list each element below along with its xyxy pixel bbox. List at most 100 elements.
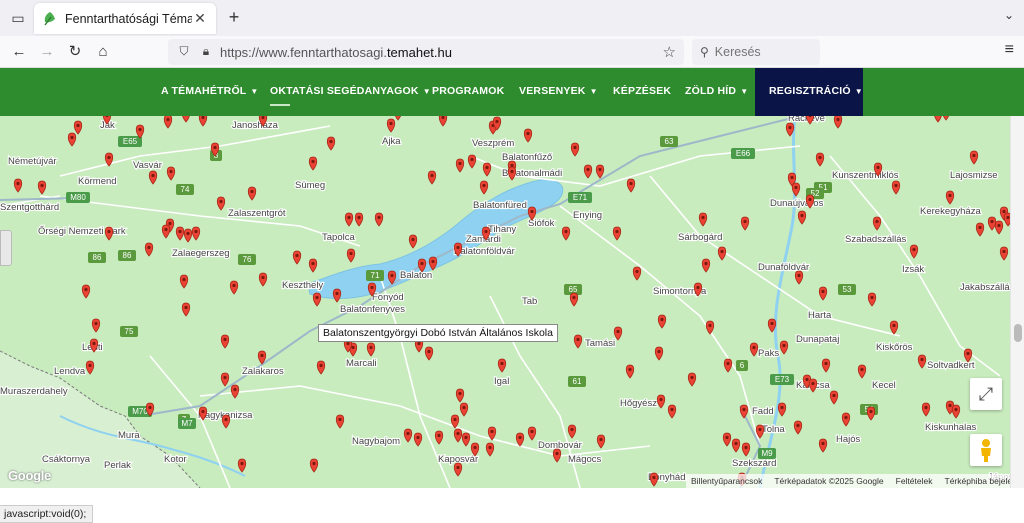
school-marker-pin[interactable]	[975, 222, 985, 237]
report-map-error-link[interactable]: Térképhiba bejelentése	[945, 476, 1011, 486]
school-marker-pin[interactable]	[891, 180, 901, 195]
school-marker-pin[interactable]	[309, 458, 319, 473]
home-icon[interactable]: ⌂	[92, 41, 114, 63]
school-marker-pin[interactable]	[453, 462, 463, 477]
school-marker-pin[interactable]	[497, 358, 507, 373]
school-marker-pin[interactable]	[829, 390, 839, 405]
school-marker-pin[interactable]	[561, 226, 571, 241]
school-marker-pin[interactable]	[403, 428, 413, 443]
tab-overflow-chevron-icon[interactable]: ⌄	[1004, 8, 1014, 22]
school-marker-pin[interactable]	[552, 448, 562, 463]
school-marker-pin[interactable]	[527, 426, 537, 441]
browser-tab[interactable]: Fenntarthatósági Témahét ✕	[34, 3, 216, 34]
school-marker-pin[interactable]	[649, 472, 659, 487]
school-marker-pin[interactable]	[570, 142, 580, 157]
school-marker-pin[interactable]	[657, 314, 667, 329]
school-marker-pin[interactable]	[632, 266, 642, 281]
school-marker-pin[interactable]	[459, 402, 469, 417]
school-marker-pin[interactable]	[161, 224, 171, 239]
school-marker-pin[interactable]	[741, 442, 751, 457]
nav-item-programok[interactable]: PROGRAMOK	[432, 68, 504, 116]
school-marker-pin[interactable]	[332, 288, 342, 303]
school-marker-pin[interactable]	[230, 384, 240, 399]
nav-item-kepzesek[interactable]: KÉPZÉSEK	[613, 68, 671, 116]
school-marker-pin[interactable]	[994, 220, 1004, 235]
school-marker-pin[interactable]	[945, 190, 955, 205]
school-marker-pin[interactable]	[942, 116, 950, 121]
school-marker-pin[interactable]	[182, 116, 190, 123]
app-menu-icon[interactable]: ≡	[1005, 41, 1014, 59]
nav-item-zold-hid[interactable]: ZÖLD HÍD ▼	[685, 68, 748, 116]
school-marker-pin[interactable]	[889, 320, 899, 335]
back-icon[interactable]: ←	[8, 41, 30, 63]
school-marker-pin[interactable]	[394, 116, 402, 121]
terms-link[interactable]: Feltételek	[896, 476, 933, 486]
school-marker-pin[interactable]	[866, 406, 876, 421]
school-marker-pin[interactable]	[408, 234, 418, 249]
school-marker-pin[interactable]	[467, 154, 477, 169]
school-marker-pin[interactable]	[857, 364, 867, 379]
page-scrollbar[interactable]	[1010, 116, 1024, 488]
school-marker-pin[interactable]	[596, 434, 606, 449]
school-marker-pin[interactable]	[818, 438, 828, 453]
school-marker-pin[interactable]	[198, 116, 208, 127]
school-marker-pin[interactable]	[247, 186, 257, 201]
school-marker-pin[interactable]	[797, 210, 807, 225]
school-marker-pin[interactable]	[717, 246, 727, 261]
school-marker-pin[interactable]	[229, 280, 239, 295]
school-marker-pin[interactable]	[461, 432, 471, 447]
school-marker-pin[interactable]	[148, 170, 158, 185]
school-marker-pin[interactable]	[144, 242, 154, 257]
school-marker-pin[interactable]	[424, 346, 434, 361]
school-marker-pin[interactable]	[482, 162, 492, 177]
nav-item-versenyek[interactable]: VERSENYEK ▼	[519, 68, 598, 116]
school-marker-pin[interactable]	[326, 136, 336, 151]
school-marker-pin[interactable]	[740, 216, 750, 231]
school-marker-pin[interactable]	[654, 346, 664, 361]
school-marker-pin[interactable]	[934, 116, 942, 123]
school-marker-pin[interactable]	[573, 334, 583, 349]
school-marker-pin[interactable]	[821, 358, 831, 373]
school-marker-pin[interactable]	[166, 166, 176, 181]
school-marker-pin[interactable]	[453, 428, 463, 443]
school-marker-pin[interactable]	[749, 342, 759, 357]
school-marker-pin[interactable]	[221, 414, 231, 429]
school-marker-pin[interactable]	[191, 226, 201, 241]
school-marker-pin[interactable]	[346, 248, 356, 263]
school-marker-pin[interactable]	[37, 180, 47, 195]
school-marker-pin[interactable]	[455, 388, 465, 403]
school-marker-pin[interactable]	[841, 412, 851, 427]
school-marker-pin[interactable]	[731, 438, 741, 453]
school-marker-pin[interactable]	[427, 170, 437, 185]
nav-item-oktatasi-segedanyagok[interactable]: OKTATÁSI SEGÉDANYAGOK ▼	[270, 68, 431, 116]
school-marker-pin[interactable]	[183, 228, 193, 243]
shield-icon[interactable]: ⛉	[176, 44, 192, 60]
nav-item-regisztracio[interactable]: REGISZTRÁCIÓ ▼	[755, 68, 863, 116]
school-marker-pin[interactable]	[438, 116, 448, 127]
school-marker-pin[interactable]	[81, 284, 91, 299]
school-marker-pin[interactable]	[987, 216, 997, 231]
school-marker-pin[interactable]	[220, 334, 230, 349]
school-marker-pin[interactable]	[739, 404, 749, 419]
school-marker-pin[interactable]	[779, 340, 789, 355]
school-marker-pin[interactable]	[777, 402, 787, 417]
school-marker-pin[interactable]	[999, 246, 1009, 261]
school-marker-pin[interactable]	[626, 178, 636, 193]
school-marker-pin[interactable]	[705, 320, 715, 335]
scrollbar-thumb[interactable]	[1014, 324, 1022, 342]
search-box[interactable]: ⚲	[692, 39, 820, 65]
sidebar-grip-handle[interactable]	[0, 230, 12, 266]
school-marker-pin[interactable]	[818, 286, 828, 301]
school-marker-pin[interactable]	[625, 364, 635, 379]
school-marker-pin[interactable]	[951, 404, 961, 419]
school-marker-pin[interactable]	[793, 420, 803, 435]
school-marker-pin[interactable]	[867, 292, 877, 307]
school-marker-pin[interactable]	[374, 212, 384, 227]
tab-list-icon[interactable]: ▭	[8, 8, 28, 28]
school-marker-pin[interactable]	[216, 196, 226, 211]
street-view-pegman-icon[interactable]	[970, 434, 1002, 466]
reload-icon[interactable]: ↻	[64, 41, 86, 63]
school-marker-pin[interactable]	[316, 360, 326, 375]
school-marker-pin[interactable]	[515, 432, 525, 447]
nav-item-tematherol[interactable]: A TÉMAHÉTRŐL ▼	[161, 68, 259, 116]
